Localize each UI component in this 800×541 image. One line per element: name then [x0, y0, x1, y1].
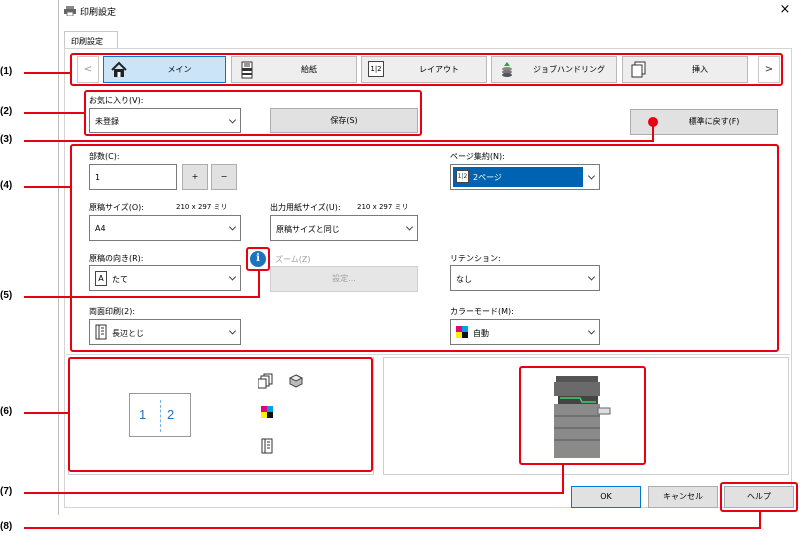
close-icon[interactable]: × — [778, 2, 792, 17]
callout-box-5 — [246, 247, 270, 271]
callout-label-5: (5) — [0, 290, 13, 301]
callout-label-1: (1) — [0, 66, 13, 77]
callout-label-4: (4) — [0, 180, 13, 191]
leader-line-3 — [24, 140, 654, 142]
ok-button[interactable]: OK — [571, 486, 641, 508]
callout-label-7: (7) — [0, 486, 13, 497]
callout-label-6: (6) — [0, 406, 13, 417]
leader-line-5v — [258, 270, 260, 298]
printer-icon — [64, 6, 76, 17]
callout-box-8 — [720, 482, 798, 512]
leader-line-3v — [652, 122, 654, 141]
divider — [66, 354, 790, 355]
leader-line-6 — [24, 412, 68, 414]
callout-label-8: (8) — [0, 521, 13, 532]
leader-line-4 — [24, 186, 70, 188]
callout-label-2: (2) — [0, 106, 13, 117]
callout-box-6 — [68, 357, 373, 472]
window-title: 印刷設定 — [80, 8, 117, 18]
tab-print-settings-label: 印刷設定 — [71, 37, 103, 46]
leader-line-7v — [562, 464, 564, 494]
tab-print-settings[interactable]: 印刷設定 — [64, 31, 118, 49]
leader-line-5 — [24, 296, 260, 298]
callout-box-1 — [70, 53, 783, 86]
callout-box-2 — [84, 90, 422, 136]
callout-box-4 — [70, 144, 779, 352]
leader-line-1 — [24, 72, 70, 74]
leader-line-8v — [759, 511, 761, 529]
leader-line-7 — [24, 492, 564, 494]
callout-label-3: (3) — [0, 134, 13, 145]
callout-box-7 — [519, 366, 646, 465]
leader-line-8 — [24, 527, 761, 529]
cancel-button[interactable]: キャンセル — [648, 486, 718, 508]
leader-line-2 — [24, 112, 84, 114]
